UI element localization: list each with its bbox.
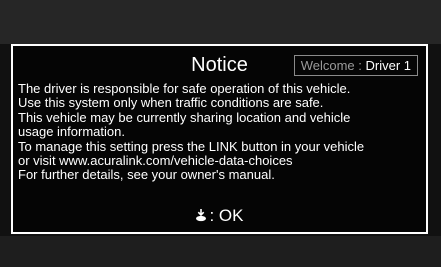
driver-welcome-badge: Welcome : Driver 1 — [293, 55, 418, 76]
bottom-bar — [0, 236, 441, 267]
welcome-label: Welcome — [300, 58, 355, 73]
message-line: This vehicle may be currently sharing lo… — [18, 109, 351, 125]
message-line: For further details, see your owner's ma… — [18, 167, 275, 183]
message-line: or visit www.acuralink.com/vehicle-data-… — [18, 153, 293, 169]
notice-dialog: Notice Welcome : Driver 1 The driver is … — [11, 44, 428, 234]
message-line: To manage this setting press the LINK bu… — [18, 138, 365, 154]
welcome-separator: : — [354, 58, 366, 73]
message-line: Use this system only when traffic condit… — [18, 95, 324, 111]
notice-message: The driver is responsible for safe opera… — [18, 81, 422, 183]
top-bar — [0, 0, 441, 44]
message-line: usage information. — [18, 124, 125, 140]
screen: Notice Welcome : Driver 1 The driver is … — [0, 0, 441, 267]
ok-button[interactable]: : OK — [13, 206, 426, 227]
ok-label: : OK — [209, 206, 244, 225]
interface-dial-press-icon — [195, 207, 207, 227]
message-line: The driver is responsible for safe opera… — [18, 81, 351, 96]
driver-name: Driver 1 — [365, 58, 411, 73]
